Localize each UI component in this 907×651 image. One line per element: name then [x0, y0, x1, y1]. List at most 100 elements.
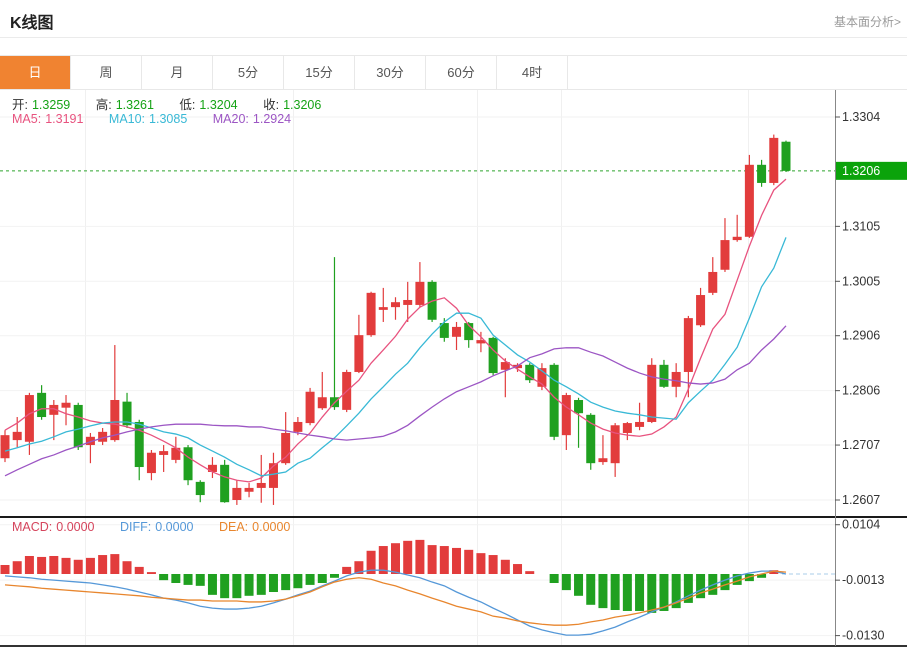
tab-60min[interactable]: 60分	[426, 56, 497, 89]
macd-bar	[244, 574, 254, 596]
candle-body	[0, 435, 10, 459]
macd-bar	[37, 556, 47, 574]
macd-bar	[159, 574, 169, 581]
macd-bar	[586, 574, 596, 605]
candle-body	[769, 137, 779, 183]
tab-4hour[interactable]: 4时	[497, 56, 568, 89]
diff-value: 0.0000	[155, 520, 194, 534]
candle-body	[708, 271, 718, 293]
price-axis-label: 1.2707	[842, 438, 880, 452]
candle-body	[732, 236, 742, 241]
candle-body	[403, 299, 413, 305]
candle-body	[622, 423, 632, 433]
ohlc-legend: 开: 1.3259 高: 1.3261 低: 1.3204 收: 1.3206	[12, 94, 325, 113]
macd-legend: MACD: 0.0000 DIFF: 0.0000 DEA: 0.0000	[12, 520, 294, 534]
macd-bar	[61, 557, 71, 574]
tab-5min[interactable]: 5分	[213, 56, 284, 89]
macd-bar	[146, 572, 156, 574]
candle-body	[549, 364, 559, 437]
price-axis-label: 1.2806	[842, 384, 880, 398]
close-label: 收:	[263, 98, 280, 112]
macd-bar	[220, 574, 230, 599]
ma20-label: MA20:	[212, 112, 249, 126]
macd-axis-label: 0.0104	[842, 518, 880, 532]
candle-body	[683, 318, 693, 372]
diff-label: DIFF:	[120, 520, 152, 534]
candle-body	[268, 463, 278, 488]
candle-body	[37, 392, 47, 418]
macd-bar	[232, 574, 242, 599]
tab-30min[interactable]: 30分	[355, 56, 426, 89]
macd-bar	[513, 564, 523, 574]
macd-bar	[415, 539, 425, 574]
dea-value: 0.0000	[252, 520, 291, 534]
candle-body	[415, 281, 425, 305]
macd-bar	[281, 574, 291, 591]
macd-bar	[171, 574, 181, 584]
macd-bar	[329, 574, 339, 578]
macd-bar	[525, 571, 535, 574]
macd-bar	[476, 553, 486, 574]
ma10-line	[4, 237, 787, 477]
low-label: 低:	[179, 98, 196, 112]
macd-bar	[452, 547, 462, 574]
candle-body	[720, 240, 730, 270]
macd-label: MACD:	[12, 520, 53, 534]
candle-body	[220, 464, 230, 503]
macd-bar	[195, 574, 205, 586]
candle-body	[452, 326, 462, 337]
macd-bar	[390, 543, 400, 574]
candle-body	[24, 395, 34, 442]
macd-bar	[85, 557, 95, 574]
macd-bar	[256, 574, 266, 595]
candle-body	[256, 482, 266, 488]
candle-body	[378, 307, 388, 310]
macd-bar	[24, 555, 34, 574]
macd-bar	[574, 574, 584, 596]
ma5-line	[4, 178, 787, 483]
ma10-value: 1.3085	[149, 112, 188, 126]
candle-body	[207, 464, 217, 472]
candle-body	[635, 421, 645, 427]
price-axis-label: 1.3304	[842, 110, 880, 124]
page-title: K线图	[10, 15, 54, 32]
open-label: 开:	[12, 98, 28, 112]
candle-body	[659, 364, 669, 387]
page-header: K线图 基本面分析>	[0, 0, 907, 38]
kline-chart: 1.3304 1.3105 1.3005 1.2906 1.2806 1.2707 1.26…	[0, 90, 907, 651]
candle-body	[61, 402, 71, 408]
candle-body	[525, 364, 535, 381]
macd-bar	[549, 574, 559, 584]
ma5-label: MA5:	[12, 112, 42, 126]
dea-line	[4, 570, 787, 626]
macd-bar	[49, 555, 59, 574]
open-value: 1.3259	[31, 98, 71, 112]
candle-body	[671, 371, 681, 387]
tab-day[interactable]: 日	[0, 56, 71, 89]
ma-legend: MA5: 1.3191 MA10: 1.3085 MA20: 1.2924	[12, 112, 295, 126]
low-value: 1.3204	[199, 98, 238, 112]
macd-bar	[98, 555, 108, 574]
macd-bar	[183, 574, 193, 585]
price-axis-label: 1.3005	[842, 274, 880, 288]
dea-label: DEA:	[218, 520, 249, 534]
candle-body	[195, 481, 205, 496]
tab-week[interactable]: 周	[71, 56, 142, 89]
candle-body	[696, 295, 706, 326]
macd-bar	[403, 540, 413, 574]
macd-bar	[134, 566, 144, 574]
tab-month[interactable]: 月	[142, 56, 213, 89]
macd-bar	[635, 574, 645, 611]
fundamental-analysis-link[interactable]: 基本面分析>	[834, 13, 901, 30]
macd-bar	[622, 574, 632, 611]
macd-axis-label: -0.0013	[842, 573, 884, 587]
candle-body	[390, 302, 400, 308]
kline-chart-svg[interactable]: 1.3304 1.3105 1.3005 1.2906 1.2806 1.2707 1.26…	[0, 90, 907, 651]
tab-15min[interactable]: 15分	[284, 56, 355, 89]
macd-bar	[73, 559, 83, 574]
macd-bar	[561, 574, 571, 591]
macd-bar	[439, 546, 449, 574]
macd-bar	[110, 554, 120, 574]
candle-body	[574, 399, 584, 414]
macd-bar	[342, 566, 352, 574]
